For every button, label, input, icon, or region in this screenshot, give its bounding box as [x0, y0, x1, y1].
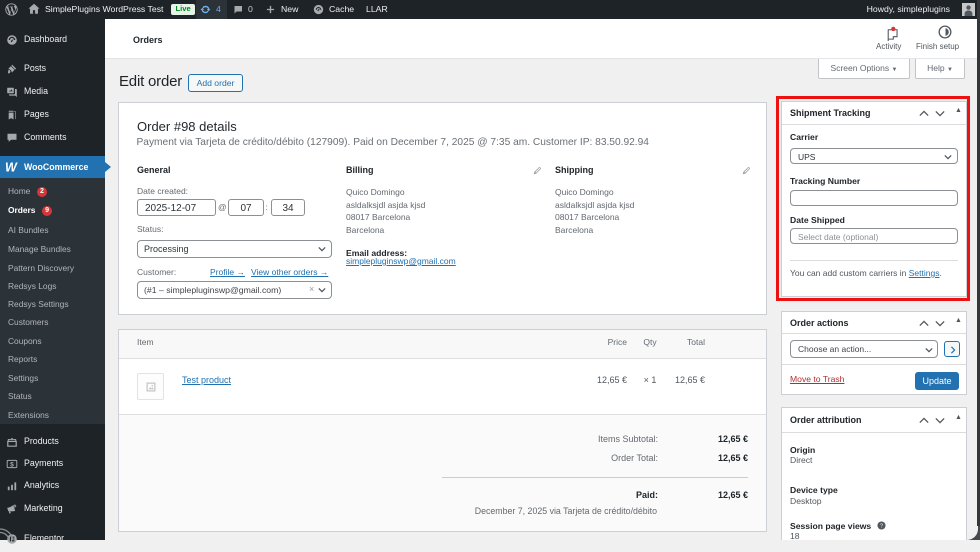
svg-text:$: $ [10, 462, 14, 469]
svg-text:?: ? [880, 524, 883, 530]
svg-text:W: W [5, 160, 18, 174]
